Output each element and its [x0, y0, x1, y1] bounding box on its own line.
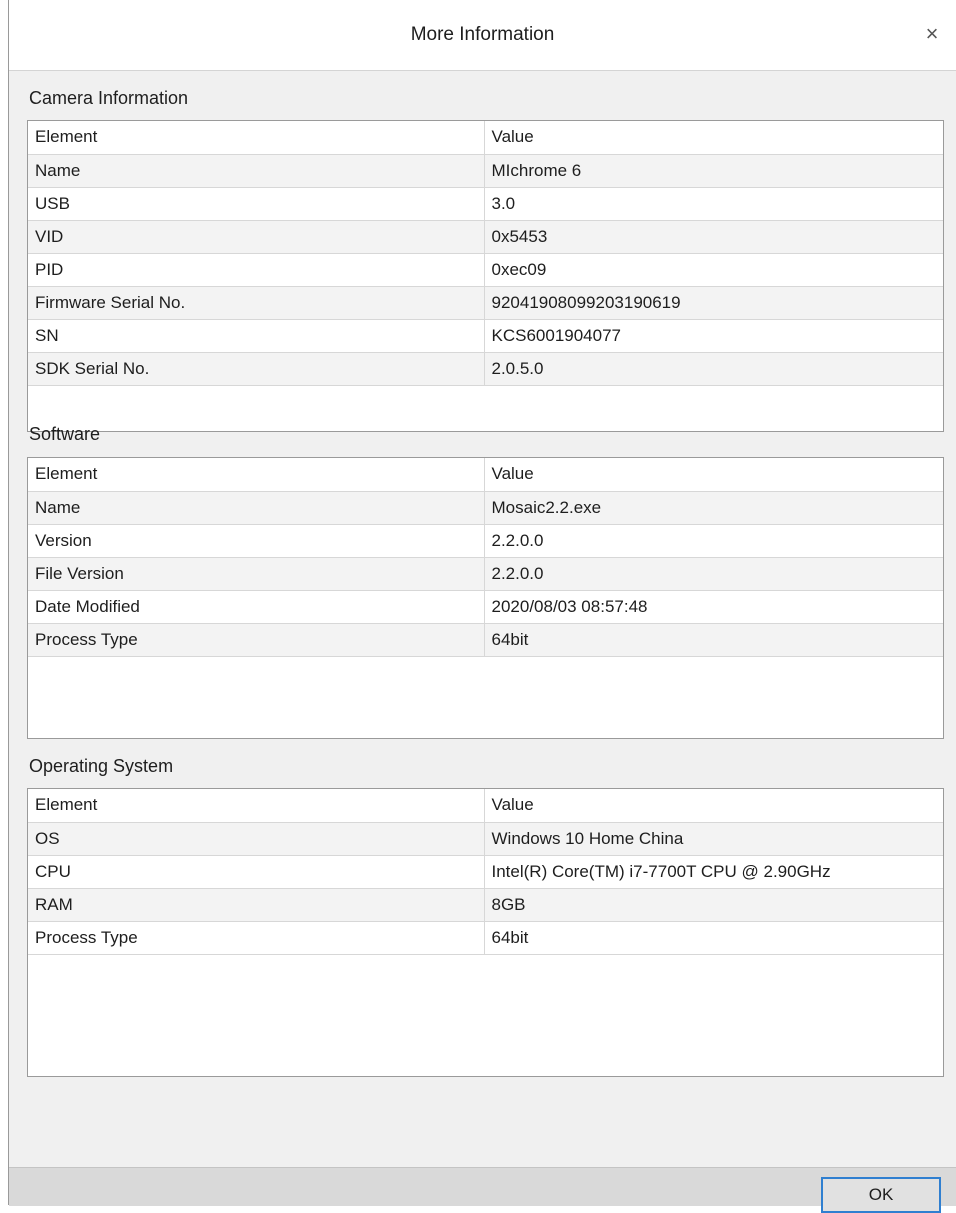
table-row[interactable]: Name MIchrome 6 [28, 154, 943, 188]
value-cell: KCS6001904077 [484, 319, 943, 353]
value-cell: 0xec09 [484, 253, 943, 287]
element-cell: Name [28, 491, 485, 525]
section-label-software: Software [29, 424, 101, 444]
value-cell: MIchrome 6 [484, 154, 943, 188]
value-cell: Intel(R) Core(TM) i7-7700T CPU @ 2.90GHz [484, 855, 943, 889]
element-cell: Process Type [28, 623, 485, 657]
table-row[interactable]: Process Type 64bit [28, 921, 943, 955]
header-row: Element Value [28, 121, 943, 155]
close-icon[interactable]: × [916, 18, 948, 50]
element-cell: VID [28, 220, 485, 254]
section-label-camera-information: Camera Information [29, 88, 189, 108]
element-cell: Name [28, 154, 485, 188]
table-row[interactable]: Name Mosaic2.2.exe [28, 491, 943, 525]
operating-system-list[interactable]: Element Value OS Windows 10 Home China C… [27, 788, 944, 1077]
column-header-element[interactable]: Element [28, 458, 485, 492]
column-header-value[interactable]: Value [484, 121, 943, 155]
element-cell: Version [28, 524, 485, 558]
element-cell: PID [28, 253, 485, 287]
table-row[interactable]: File Version 2.2.0.0 [28, 557, 943, 591]
table-row[interactable]: Firmware Serial No. 92041908099203190619 [28, 286, 943, 320]
value-cell: 2.2.0.0 [484, 557, 943, 591]
value-cell: 2.2.0.0 [484, 524, 943, 558]
table-row[interactable]: USB 3.0 [28, 187, 943, 221]
value-cell: 3.0 [484, 187, 943, 221]
table-row[interactable]: OS Windows 10 Home China [28, 822, 943, 856]
value-cell: 2020/08/03 08:57:48 [484, 590, 943, 624]
value-cell: Mosaic2.2.exe [484, 491, 943, 525]
table-row[interactable]: Date Modified 2020/08/03 08:57:48 [28, 590, 943, 624]
element-cell: SN [28, 319, 485, 353]
software-list[interactable]: Element Value Name Mosaic2.2.exe Version… [27, 457, 944, 739]
element-cell: Date Modified [28, 590, 485, 624]
value-cell: 92041908099203190619 [484, 286, 943, 320]
table-row[interactable]: VID 0x5453 [28, 220, 943, 254]
value-cell: 8GB [484, 888, 943, 922]
table-row[interactable]: RAM 8GB [28, 888, 943, 922]
value-cell: 0x5453 [484, 220, 943, 254]
table-row[interactable]: PID 0xec09 [28, 253, 943, 287]
value-cell: 64bit [484, 921, 943, 955]
element-cell: RAM [28, 888, 485, 922]
section-label-operating-system: Operating System [29, 756, 174, 776]
ok-button[interactable]: OK [821, 1177, 941, 1213]
value-cell: 64bit [484, 623, 943, 657]
table-row[interactable]: Version 2.2.0.0 [28, 524, 943, 558]
title-bar: More Information × [9, 0, 956, 71]
more-information-dialog: More Information × Camera Information El… [8, 0, 956, 1213]
dialog-title: More Information [410, 24, 555, 45]
table-row[interactable]: SDK Serial No. 2.0.5.0 [28, 352, 943, 386]
element-cell: File Version [28, 557, 485, 591]
column-header-element[interactable]: Element [28, 789, 485, 823]
header-row: Element Value [28, 789, 943, 823]
camera-information-list[interactable]: Element Value Name MIchrome 6 USB 3.0 VI… [27, 120, 944, 432]
element-cell: Process Type [28, 921, 485, 955]
element-cell: USB [28, 187, 485, 221]
element-cell: CPU [28, 855, 485, 889]
value-cell: Windows 10 Home China [484, 822, 943, 856]
column-header-value[interactable]: Value [484, 458, 943, 492]
element-cell: SDK Serial No. [28, 352, 485, 386]
element-cell: Firmware Serial No. [28, 286, 485, 320]
column-header-element[interactable]: Element [28, 121, 485, 155]
column-header-value[interactable]: Value [484, 789, 943, 823]
element-cell: OS [28, 822, 485, 856]
table-row[interactable]: SN KCS6001904077 [28, 319, 943, 353]
dialog-footer [9, 1167, 956, 1206]
table-row[interactable]: CPU Intel(R) Core(TM) i7-7700T CPU @ 2.9… [28, 855, 943, 889]
table-row[interactable]: Process Type 64bit [28, 623, 943, 657]
value-cell: 2.0.5.0 [484, 352, 943, 386]
header-row: Element Value [28, 458, 943, 492]
